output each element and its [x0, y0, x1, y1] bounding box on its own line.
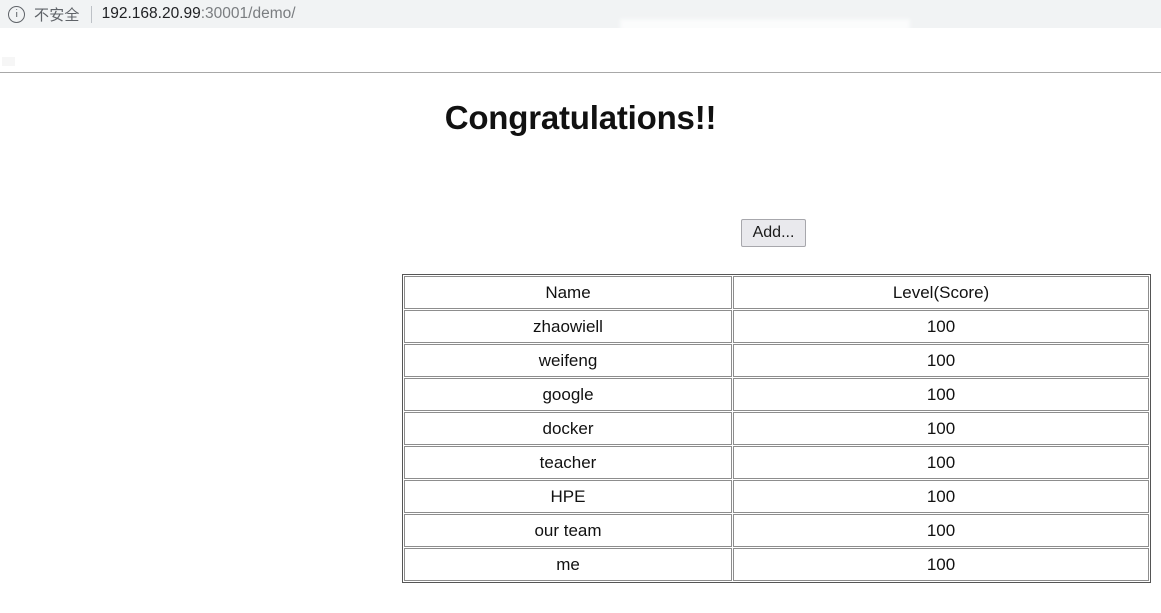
- table-row[interactable]: weifeng 100: [404, 344, 1149, 377]
- table-row[interactable]: zhaowiell 100: [404, 310, 1149, 343]
- url-host-text: 192.168.20.99: [101, 5, 201, 22]
- table-row[interactable]: me 100: [404, 548, 1149, 581]
- table-row[interactable]: HPE 100: [404, 480, 1149, 513]
- omnibox-separator: [90, 5, 92, 23]
- bookmark-bar-area: [0, 28, 1161, 72]
- column-header-score: Level(Score): [733, 276, 1149, 309]
- address-bar[interactable]: 不安全 192.168.20.99 :30001/demo/: [0, 0, 296, 28]
- column-header-name: Name: [404, 276, 732, 309]
- add-button[interactable]: Add...: [741, 219, 806, 247]
- score-table: Name Level(Score) zhaowiell 100 weifeng …: [402, 274, 1151, 583]
- table-row[interactable]: teacher 100: [404, 446, 1149, 479]
- page-title: Congratulations!!: [444, 99, 717, 136]
- cell-score: 100: [733, 378, 1149, 411]
- cell-name: docker: [404, 412, 732, 445]
- security-status-label: 不安全: [34, 6, 80, 24]
- cell-score: 100: [733, 480, 1149, 513]
- table-row[interactable]: our team 100: [404, 514, 1149, 547]
- cell-name: weifeng: [404, 344, 732, 377]
- cell-score: 100: [733, 310, 1149, 343]
- cell-name: me: [404, 548, 732, 581]
- table-header-row: Name Level(Score): [404, 276, 1149, 309]
- page-content: Congratulations!! Add... Name Level(Scor…: [0, 73, 1161, 613]
- cell-name: HPE: [404, 480, 732, 513]
- table-row[interactable]: docker 100: [404, 412, 1149, 445]
- cell-name: our team: [404, 514, 732, 547]
- cell-name: zhaowiell: [404, 310, 732, 343]
- cell-score: 100: [733, 412, 1149, 445]
- cell-name: teacher: [404, 446, 732, 479]
- browser-chrome: 不安全 192.168.20.99 :30001/demo/: [0, 0, 1161, 31]
- table-row[interactable]: google 100: [404, 378, 1149, 411]
- bookmark-bar-artifact: [2, 57, 15, 66]
- cell-name: google: [404, 378, 732, 411]
- cell-score: 100: [733, 548, 1149, 581]
- cell-score: 100: [733, 446, 1149, 479]
- score-table-body: Name Level(Score) zhaowiell 100 weifeng …: [404, 276, 1149, 581]
- cell-score: 100: [733, 514, 1149, 547]
- url-path-text: :30001/demo/: [200, 5, 296, 22]
- info-circle-icon[interactable]: [8, 5, 25, 23]
- cell-score: 100: [733, 344, 1149, 377]
